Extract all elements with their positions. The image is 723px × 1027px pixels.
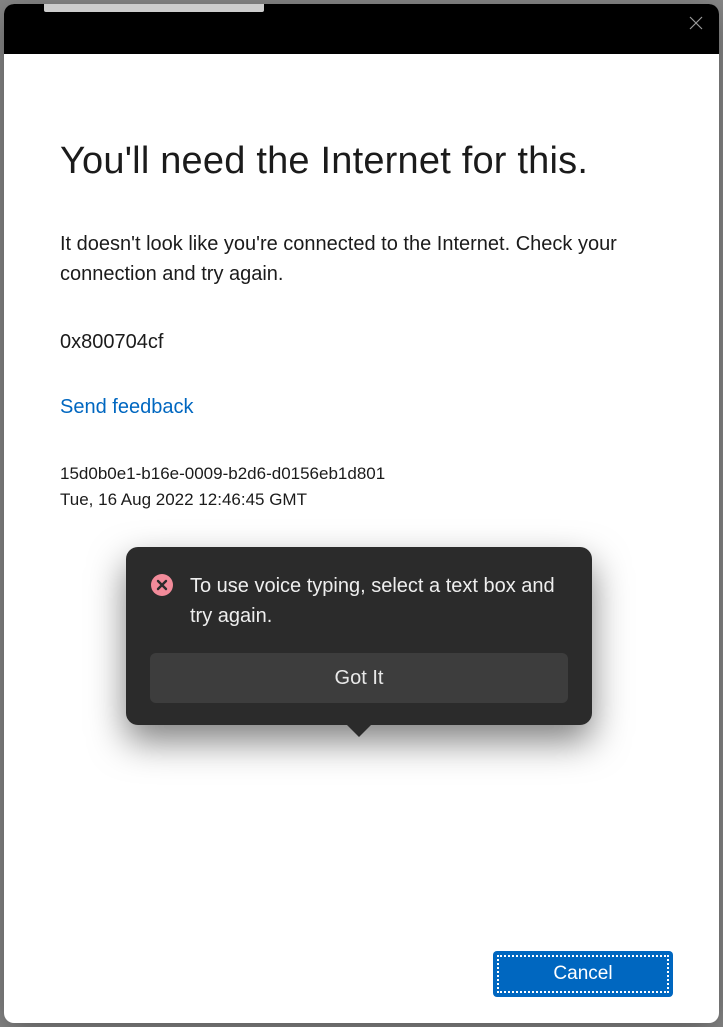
close-icon	[689, 16, 703, 30]
titlebar	[4, 4, 719, 54]
dialog-content: You'll need the Internet for this. It do…	[4, 54, 719, 935]
send-feedback-link[interactable]: Send feedback	[60, 396, 193, 419]
titlebar-background-fragment	[44, 4, 264, 12]
toast-pointer	[345, 723, 373, 737]
close-button[interactable]	[673, 4, 719, 42]
request-id: 15d0b0e1-b16e-0009-b2d6-d0156eb1d801	[60, 461, 663, 487]
request-timestamp: Tue, 16 Aug 2022 12:46:45 GMT	[60, 487, 663, 513]
cancel-button[interactable]: Cancel	[495, 953, 671, 995]
error-code: 0x800704cf	[60, 331, 663, 354]
error-circle-icon	[150, 573, 174, 597]
voice-typing-toast: To use voice typing, select a text box a…	[126, 547, 592, 725]
got-it-button[interactable]: Got It	[150, 653, 568, 703]
dialog-footer: Cancel	[4, 935, 719, 1023]
dialog-title: You'll need the Internet for this.	[60, 140, 663, 183]
error-dialog: You'll need the Internet for this. It do…	[4, 4, 719, 1023]
toast-message: To use voice typing, select a text box a…	[190, 571, 568, 631]
request-meta: 15d0b0e1-b16e-0009-b2d6-d0156eb1d801 Tue…	[60, 461, 663, 514]
dialog-body: It doesn't look like you're connected to…	[60, 229, 660, 289]
